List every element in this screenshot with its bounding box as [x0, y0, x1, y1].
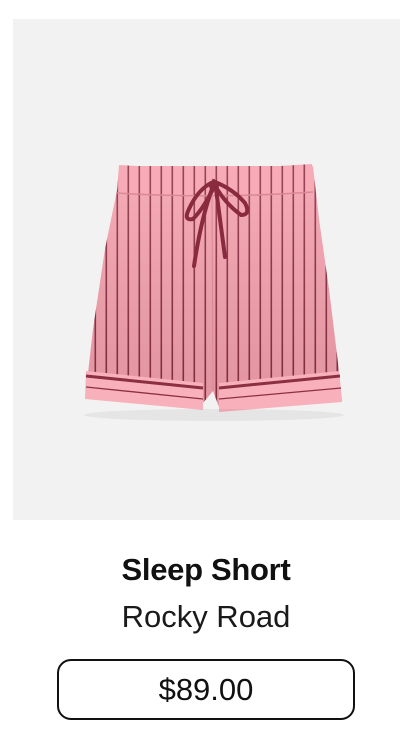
shorts-illustration-icon — [84, 164, 344, 421]
price-label: $89.00 — [158, 671, 254, 707]
product-image[interactable] — [13, 19, 400, 520]
product-name[interactable]: Sleep Short — [0, 550, 400, 590]
product-color-name: Rocky Road — [121, 599, 291, 634]
product-card[interactable]: Sleep Short Rocky Road $89.00 — [0, 0, 400, 733]
price-button[interactable]: $89.00 — [57, 659, 355, 720]
